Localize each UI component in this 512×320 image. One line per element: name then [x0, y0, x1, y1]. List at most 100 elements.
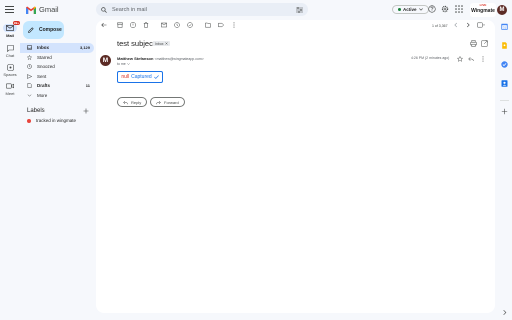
- rail-spaces[interactable]: Spaces: [1, 63, 19, 77]
- nav-label: More: [37, 92, 48, 98]
- open-new-window-icon[interactable]: [481, 40, 488, 47]
- add-label-icon[interactable]: [83, 108, 89, 114]
- reply-button[interactable]: Reply: [117, 97, 148, 107]
- sender-row: Matthew Stefanson <matthew@wingmateapp.c…: [117, 56, 204, 61]
- svg-text:31: 31: [503, 25, 507, 29]
- account-avatar[interactable]: M: [497, 5, 507, 15]
- archive-icon[interactable]: [117, 22, 123, 28]
- label-name: tracked in wingmate: [36, 118, 77, 123]
- mail-unread-badge: 99+: [12, 21, 20, 25]
- more-vert-icon[interactable]: [231, 22, 237, 28]
- nav-label: Inbox: [37, 45, 49, 51]
- search-icon[interactable]: [101, 6, 107, 13]
- nav-item-inbox[interactable]: Inbox 3,129: [20, 43, 94, 53]
- wingmate-extension-button[interactable]: LIVE Wingmate: [470, 3, 496, 17]
- folder-nav: Inbox 3,129 Starred Snoozed Sent Drafts …: [20, 43, 94, 100]
- forward-label: Forward: [164, 99, 179, 105]
- nav-item-drafts[interactable]: Drafts 11: [20, 81, 94, 91]
- label-tracked-in-wingmate[interactable]: tracked in wingmate: [27, 118, 76, 123]
- search-input[interactable]: Search in mail: [112, 7, 296, 13]
- report-spam-icon[interactable]: [130, 22, 136, 28]
- pencil-icon: [28, 27, 34, 33]
- nav-item-snoozed[interactable]: Snoozed: [20, 62, 94, 72]
- reply-icon[interactable]: [468, 56, 474, 62]
- rail-spaces-label: Spaces: [3, 72, 17, 77]
- chevron-down-icon: [418, 8, 423, 11]
- send-icon: [27, 73, 32, 79]
- more-vert-icon[interactable]: [480, 56, 486, 62]
- nav-label: Drafts: [37, 83, 51, 89]
- star-icon[interactable]: [457, 56, 463, 62]
- clock-icon: [27, 64, 32, 70]
- sender-name[interactable]: Matthew Stefanson: [117, 56, 153, 61]
- spaces-icon: [6, 63, 14, 71]
- message-toolbar: 1 of 3,367: [99, 22, 491, 31]
- rail-mail[interactable]: 99+ Mail: [1, 21, 20, 38]
- chevron-left-icon[interactable]: [453, 22, 459, 28]
- status-selector[interactable]: Active: [392, 5, 429, 14]
- rail-chat[interactable]: Chat: [1, 44, 19, 58]
- compose-label: Compose: [39, 27, 62, 33]
- rail-mail-label: Mail: [6, 33, 14, 38]
- video-camera-icon: [6, 83, 14, 89]
- nav-count: 11: [85, 83, 90, 89]
- tasks-icon[interactable]: [501, 61, 508, 68]
- label-color-dot: [27, 118, 31, 123]
- calendar-icon[interactable]: 31: [501, 23, 508, 30]
- message-pane: [96, 20, 495, 313]
- rail-meet[interactable]: Meet: [1, 82, 19, 96]
- search-bar[interactable]: Search in mail: [96, 3, 308, 16]
- mail-icon: [6, 25, 14, 31]
- print-icon[interactable]: [470, 40, 477, 47]
- forward-button[interactable]: Forward: [150, 97, 185, 107]
- sender-avatar[interactable]: M: [100, 55, 111, 66]
- back-arrow-icon[interactable]: [101, 22, 107, 28]
- chevron-down-icon[interactable]: [126, 63, 130, 65]
- add-addon-icon[interactable]: [501, 108, 508, 115]
- delete-icon[interactable]: [143, 22, 149, 28]
- move-to-folder-icon[interactable]: [205, 22, 211, 28]
- inbox-icon: [27, 45, 32, 51]
- chevron-right-icon[interactable]: [465, 22, 471, 28]
- folder-chip[interactable]: Inbox: [153, 41, 170, 46]
- folder-chip-label: Inbox: [155, 41, 164, 46]
- app-title: Gmail: [39, 5, 59, 14]
- wingmate-name: Wingmate: [471, 8, 495, 14]
- gear-icon[interactable]: [441, 5, 449, 13]
- status-label: Active: [403, 7, 417, 12]
- contacts-icon[interactable]: [501, 80, 508, 87]
- gmail-m-icon: [26, 6, 36, 14]
- nav-count: 3,129: [79, 45, 90, 51]
- add-task-icon[interactable]: [187, 22, 193, 28]
- recipient-line[interactable]: to me: [117, 62, 130, 66]
- label-tag-icon[interactable]: [218, 22, 224, 28]
- chevron-right-icon[interactable]: [501, 309, 508, 316]
- labels-title: Labels: [27, 108, 45, 114]
- compose-button[interactable]: Compose: [23, 21, 64, 39]
- close-icon[interactable]: [164, 42, 168, 45]
- mark-unread-icon[interactable]: [161, 22, 167, 28]
- captured-prefix: null: [121, 74, 130, 80]
- help-icon[interactable]: [428, 5, 436, 13]
- nav-item-sent[interactable]: Sent: [20, 72, 94, 82]
- captured-label: Captured: [131, 74, 152, 80]
- message-date: 4:26 PM (2 minutes ago): [411, 56, 450, 60]
- nav-item-more[interactable]: More: [20, 91, 94, 101]
- reply-icon: [123, 100, 128, 105]
- apps-grid-icon[interactable]: [455, 5, 463, 13]
- recipient-label: to me: [117, 62, 126, 66]
- labels-header: Labels: [27, 108, 89, 114]
- chat-icon: [6, 44, 14, 52]
- gmail-logo[interactable]: Gmail: [26, 5, 59, 14]
- search-options-icon[interactable]: [296, 6, 303, 13]
- keep-icon[interactable]: [501, 42, 508, 49]
- nav-item-starred[interactable]: Starred: [20, 53, 94, 63]
- chevron-down-icon: [27, 93, 32, 98]
- forward-icon: [156, 100, 161, 105]
- main-menu-icon[interactable]: [5, 6, 14, 13]
- snooze-clock-icon[interactable]: [174, 22, 180, 28]
- input-tools-icon[interactable]: [477, 22, 485, 28]
- checkmark-icon: [153, 75, 159, 79]
- nav-label: Starred: [37, 54, 52, 60]
- nav-label: Sent: [37, 73, 47, 79]
